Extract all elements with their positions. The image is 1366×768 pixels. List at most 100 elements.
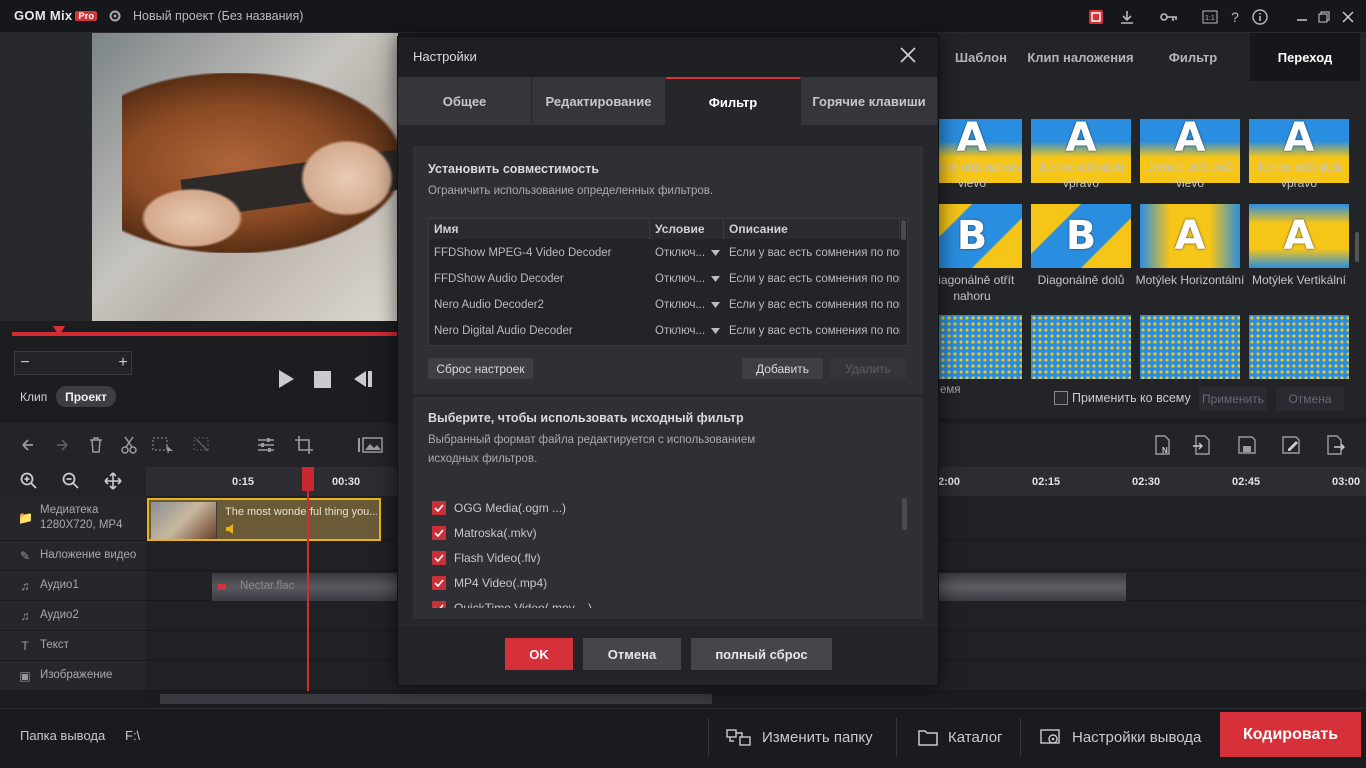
tab-general[interactable]: Общее: [398, 77, 532, 125]
settings-gear-icon[interactable]: [108, 9, 122, 23]
fit-timeline-icon[interactable]: [104, 472, 122, 490]
transition-thumb-dots[interactable]: [1140, 315, 1240, 379]
transition-glyph: A: [1283, 213, 1315, 259]
format-list-item[interactable]: OGG Media(.ogm ...): [432, 501, 566, 515]
effects-scrollbar[interactable]: [1355, 232, 1359, 262]
filter-name-cell[interactable]: FFDShow Audio Decoder: [429, 266, 650, 292]
adjust-icon[interactable]: [256, 435, 276, 455]
filter-name-cell[interactable]: Nero Audio Decoder2: [429, 292, 650, 318]
clip-mode-toggle[interactable]: Клип: [20, 390, 47, 404]
clip-audio-icon: [225, 524, 237, 534]
tab-hotkeys[interactable]: Горячие клавиши: [801, 77, 938, 125]
zoom-out-timeline-icon[interactable]: [62, 472, 80, 490]
filter-condition-dropdown[interactable]: Отключ...: [650, 318, 724, 344]
playback-progress-bar[interactable]: [12, 332, 398, 336]
delete-filter-button[interactable]: Удалить: [829, 358, 907, 379]
deselect-icon[interactable]: [192, 435, 212, 455]
timeline-playhead[interactable]: [307, 467, 309, 691]
cancel-transition-button[interactable]: Отмена: [1276, 387, 1344, 411]
tab-editing[interactable]: Редактирование: [532, 77, 666, 125]
apply-to-all-checkbox[interactable]: [1054, 391, 1068, 405]
filter-condition-dropdown[interactable]: Отключ...: [650, 292, 724, 318]
undo-icon[interactable]: [18, 435, 38, 455]
transition-thumb[interactable]: A: [1140, 204, 1240, 268]
change-folder-button[interactable]: Изменить папку: [726, 715, 873, 759]
transition-label: Jemně otřít dolů vpravo: [1255, 160, 1343, 190]
export-project-icon[interactable]: [1325, 435, 1345, 455]
tab-overlay-clip[interactable]: Клип наложения: [1025, 33, 1136, 81]
record-icon[interactable]: [1087, 8, 1105, 26]
progress-knob[interactable]: [53, 326, 65, 336]
filter-condition-dropdown[interactable]: Отключ...: [650, 240, 724, 266]
close-icon[interactable]: [899, 46, 917, 64]
column-header[interactable]: Условие: [650, 219, 724, 239]
video-preview[interactable]: [92, 33, 398, 321]
stop-icon[interactable]: [314, 371, 332, 388]
format-checkbox[interactable]: [432, 526, 446, 540]
chevron-down-icon: [711, 250, 720, 256]
tab-filter[interactable]: Фильтр: [1137, 33, 1249, 81]
cancel-button[interactable]: Отмена: [583, 638, 681, 670]
format-checkbox[interactable]: [432, 576, 446, 590]
tab-template[interactable]: Шаблон: [938, 33, 1024, 81]
format-list-item[interactable]: Matroska(.mkv): [432, 526, 537, 540]
column-header[interactable]: Описание: [724, 219, 900, 239]
ok-button[interactable]: OK: [505, 638, 573, 670]
image-insert-icon[interactable]: [358, 435, 384, 455]
download-icon[interactable]: [1118, 8, 1136, 26]
transition-thumb-dots[interactable]: [1031, 315, 1131, 379]
format-label: QuickTime Video(.mov ...): [454, 601, 593, 608]
transition-thumb[interactable]: A: [1249, 204, 1349, 268]
save-project-icon[interactable]: [1237, 435, 1257, 455]
reset-settings-button[interactable]: Сброс настроек: [428, 358, 533, 379]
filter-table-scrollbar[interactable]: [901, 220, 906, 240]
open-project-icon[interactable]: [1192, 435, 1212, 455]
apply-button[interactable]: Применить: [1199, 387, 1267, 411]
new-project-icon[interactable]: N: [1152, 435, 1172, 455]
aspect-ratio-icon[interactable]: 1:1: [1201, 8, 1219, 26]
filter-name-cell[interactable]: FFDShow MPEG-4 Video Decoder: [429, 240, 650, 266]
encode-button[interactable]: Кодировать: [1220, 712, 1361, 757]
column-header[interactable]: Имя: [429, 219, 650, 239]
zoom-out-button[interactable]: −: [14, 351, 36, 375]
catalog-button[interactable]: Каталог: [918, 715, 1003, 759]
media-clip[interactable]: The most wonderful thing you...: [147, 498, 381, 541]
key-icon[interactable]: [1160, 8, 1178, 26]
format-list-item[interactable]: QuickTime Video(.mov ...): [432, 601, 592, 608]
prev-frame-icon[interactable]: [352, 370, 374, 388]
filter-name-cell[interactable]: Nero Digital Audio Decoder: [429, 318, 650, 344]
full-reset-button[interactable]: полный сброс: [691, 638, 832, 670]
format-list-item[interactable]: MP4 Video(.mp4): [432, 576, 547, 590]
zoom-in-timeline-icon[interactable]: [20, 472, 38, 490]
cut-icon[interactable]: [119, 435, 139, 455]
audio-icon: ♫: [20, 578, 30, 593]
play-icon[interactable]: [277, 369, 295, 389]
minimize-icon[interactable]: [1293, 8, 1311, 26]
playhead-handle[interactable]: [302, 467, 314, 491]
audio-waveform-right[interactable]: [938, 573, 1126, 601]
close-window-icon[interactable]: [1339, 8, 1357, 26]
redo-icon[interactable]: [52, 435, 72, 455]
timeline-scrollbar-thumb[interactable]: [160, 694, 712, 704]
format-checkbox[interactable]: [432, 601, 446, 608]
tab-filter[interactable]: Фильтр: [666, 77, 801, 125]
filter-condition-dropdown[interactable]: Отключ...: [650, 266, 724, 292]
transition-thumb-dots[interactable]: [1249, 315, 1349, 379]
help-icon[interactable]: ?: [1226, 8, 1244, 26]
restore-icon[interactable]: [1315, 8, 1333, 26]
tab-transition[interactable]: Переход: [1250, 33, 1360, 81]
select-icon[interactable]: [152, 435, 173, 455]
project-mode-toggle[interactable]: Проект: [56, 386, 116, 407]
info-icon[interactable]: [1251, 8, 1269, 26]
crop-icon[interactable]: [294, 435, 314, 455]
delete-icon[interactable]: [86, 435, 106, 455]
zoom-in-button[interactable]: +: [112, 351, 134, 375]
format-checkbox[interactable]: [432, 501, 446, 515]
add-filter-button[interactable]: Добавить: [742, 358, 823, 379]
edit-project-icon[interactable]: [1281, 435, 1301, 455]
transition-thumb[interactable]: B: [1031, 204, 1131, 268]
output-settings-button[interactable]: Настройки вывода: [1040, 715, 1201, 759]
format-list-scrollbar[interactable]: [902, 498, 907, 530]
format-list-item[interactable]: Flash Video(.flv): [432, 551, 540, 565]
format-checkbox[interactable]: [432, 551, 446, 565]
